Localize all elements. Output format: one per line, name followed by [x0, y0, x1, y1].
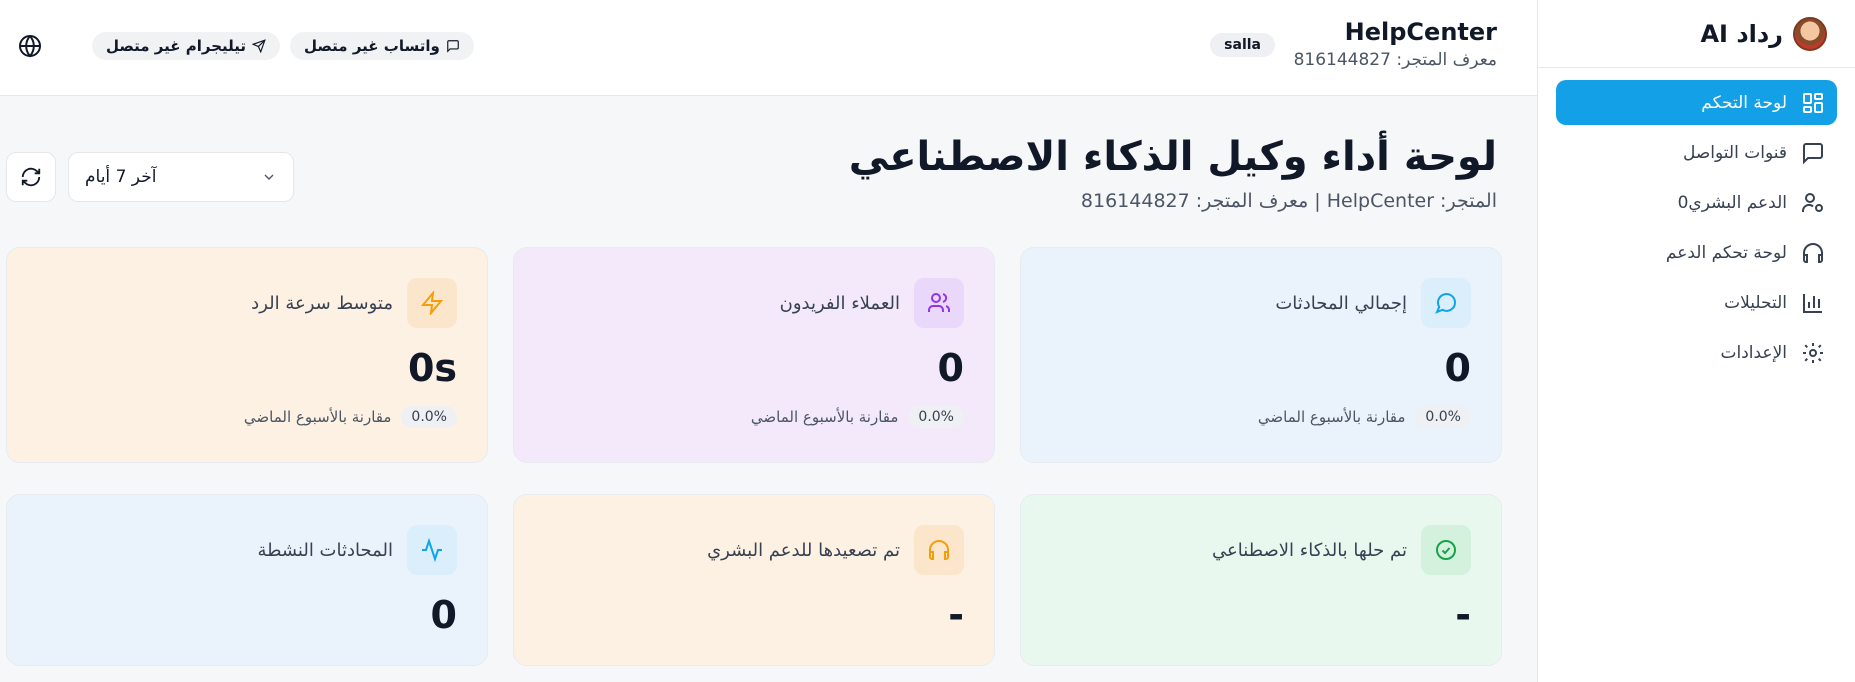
settings-icon — [1801, 341, 1825, 365]
dashboard-icon — [1801, 91, 1825, 115]
header-actions: تيليجرام غير متصل واتساب غير متصل — [18, 32, 474, 60]
chat-icon — [1801, 141, 1825, 165]
sidebar-nav: لوحة التحكم قنوات التواصل الدعم البشري0 … — [1538, 68, 1855, 375]
stat-card-escalated: تم تصعيدها للدعم البشري - — [513, 494, 995, 666]
sidebar: رداد AI لوحة التحكم قنوات التواصل الدعم … — [1537, 0, 1855, 682]
send-icon — [252, 39, 266, 53]
users-icon — [928, 293, 951, 312]
telegram-status-chip[interactable]: تيليجرام غير متصل — [92, 32, 281, 60]
card-icon-tile — [914, 278, 964, 328]
stat-card-active-conversations: المحادثات النشطة 0 — [6, 494, 488, 666]
whatsapp-status-chip[interactable]: واتساب غير متصل — [290, 32, 474, 60]
card-change-badge: 0.0% — [908, 406, 964, 428]
card-title: المحادثات النشطة — [257, 539, 393, 561]
brand: رداد AI — [1538, 0, 1855, 68]
store-id: معرف المتجر: 816144827 — [1293, 50, 1497, 70]
platform-badge: salla — [1210, 33, 1275, 57]
card-title: العملاء الفريدون — [779, 292, 900, 314]
card-change-badge: 0.0% — [1415, 406, 1471, 428]
telegram-status-label: تيليجرام غير متصل — [106, 37, 247, 55]
refresh-icon — [21, 167, 41, 187]
card-value: - — [1455, 593, 1471, 637]
stat-card-unique-customers: العملاء الفريدون 0 0.0% مقارنة بالأسبوع … — [513, 247, 995, 463]
top-header: HelpCenter معرف المتجر: 816144827 salla … — [0, 0, 1537, 96]
sidebar-item-label: الإعدادات — [1720, 342, 1787, 363]
sidebar-item-label: لوحة تحكم الدعم — [1665, 242, 1787, 263]
stat-card-avg-response: متوسط سرعة الرد 0s 0.0% مقارنة بالأسبوع … — [6, 247, 488, 463]
bar-chart-icon — [1801, 291, 1825, 315]
globe-icon[interactable] — [18, 34, 42, 58]
brand-name: رداد AI — [1700, 19, 1783, 48]
activity-icon — [422, 538, 442, 562]
card-title: تم حلها بالذكاء الاصطناعي — [1212, 539, 1407, 561]
message-circle-icon — [1435, 293, 1457, 314]
message-square-icon — [446, 40, 459, 53]
store-info: HelpCenter معرف المتجر: 816144827 — [1294, 18, 1497, 70]
page-title: لوحة أداء وكيل الذكاء الاصطناعي — [848, 134, 1497, 180]
zap-icon — [420, 291, 444, 315]
card-value: 0 — [430, 593, 457, 637]
page-subtitle: المتجر: HelpCenter | معرف المتجر: 816144… — [1080, 190, 1497, 212]
sidebar-item-label: الدعم البشري0 — [1677, 192, 1787, 213]
card-title: إجمالي المحادثات — [1275, 292, 1407, 314]
sidebar-item-label: قنوات التواصل — [1682, 142, 1787, 163]
user-cog-icon — [1801, 191, 1825, 215]
card-icon-tile — [1421, 525, 1471, 575]
headphones-icon — [1801, 241, 1825, 265]
check-circle-icon — [1436, 540, 1456, 560]
sidebar-item-label: لوحة التحكم — [1701, 92, 1787, 113]
card-icon-tile — [1421, 278, 1471, 328]
sidebar-item-label: التحليلات — [1724, 292, 1787, 313]
whatsapp-status-label: واتساب غير متصل — [304, 37, 440, 55]
refresh-button[interactable] — [6, 152, 56, 202]
card-compare-text: مقارنة بالأسبوع الماضي — [243, 408, 392, 426]
card-value: 0s — [407, 346, 457, 390]
stat-card-ai-resolved: تم حلها بالذكاء الاصطناعي - — [1020, 494, 1502, 666]
card-value: 0 — [1444, 346, 1471, 390]
card-title: تم تصعيدها للدعم البشري — [707, 539, 900, 561]
sidebar-item-support-dashboard[interactable]: لوحة تحكم الدعم — [1556, 230, 1837, 275]
sidebar-item-human-support[interactable]: الدعم البشري0 — [1556, 180, 1837, 225]
sidebar-item-settings[interactable]: الإعدادات — [1556, 330, 1837, 375]
date-range-value: آخر 7 أيام — [85, 167, 157, 187]
sidebar-item-dashboard[interactable]: لوحة التحكم — [1556, 80, 1837, 125]
dashboard-controls: آخر 7 أيام — [6, 152, 294, 202]
card-icon-tile — [407, 525, 457, 575]
card-icon-tile — [914, 525, 964, 575]
card-value: 0 — [937, 346, 964, 390]
card-value: - — [948, 593, 964, 637]
store-name: HelpCenter — [1344, 18, 1497, 46]
brand-avatar — [1793, 16, 1827, 51]
card-icon-tile — [407, 278, 457, 328]
card-title: متوسط سرعة الرد — [251, 292, 393, 314]
date-range-select[interactable]: آخر 7 أيام — [68, 152, 294, 202]
headphones-icon — [929, 540, 949, 560]
card-change-badge: 0.0% — [401, 406, 457, 428]
card-compare-text: مقارنة بالأسبوع الماضي — [1257, 408, 1406, 426]
sidebar-item-analytics[interactable]: التحليلات — [1556, 280, 1837, 325]
card-compare-text: مقارنة بالأسبوع الماضي — [750, 408, 899, 426]
sidebar-item-channels[interactable]: قنوات التواصل — [1556, 130, 1837, 175]
stat-card-total-conversations: إجمالي المحادثات 0 0.0% مقارنة بالأسبوع … — [1020, 247, 1502, 463]
chevron-down-icon — [264, 174, 274, 180]
